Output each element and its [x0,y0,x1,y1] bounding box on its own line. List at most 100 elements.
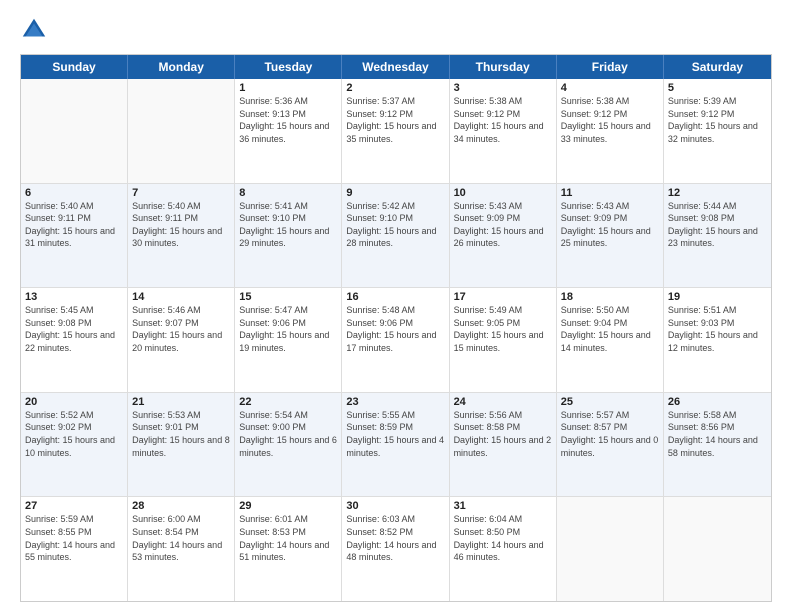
day-info: Sunrise: 5:38 AM Sunset: 9:12 PM Dayligh… [454,95,552,145]
header-day-wednesday: Wednesday [342,55,449,79]
day-info: Sunrise: 5:48 AM Sunset: 9:06 PM Dayligh… [346,304,444,354]
day-number: 9 [346,187,444,199]
day-number: 26 [668,396,767,408]
day-info: Sunrise: 5:43 AM Sunset: 9:09 PM Dayligh… [561,200,659,250]
day-number: 4 [561,82,659,94]
calendar-cell-0-6: 5Sunrise: 5:39 AM Sunset: 9:12 PM Daylig… [664,79,771,183]
calendar-cell-4-6 [664,497,771,601]
day-number: 28 [132,500,230,512]
day-info: Sunrise: 5:47 AM Sunset: 9:06 PM Dayligh… [239,304,337,354]
day-info: Sunrise: 6:00 AM Sunset: 8:54 PM Dayligh… [132,513,230,563]
calendar-cell-3-5: 25Sunrise: 5:57 AM Sunset: 8:57 PM Dayli… [557,393,664,497]
day-number: 29 [239,500,337,512]
day-number: 14 [132,291,230,303]
calendar-row-2: 13Sunrise: 5:45 AM Sunset: 9:08 PM Dayli… [21,288,771,393]
calendar-cell-2-4: 17Sunrise: 5:49 AM Sunset: 9:05 PM Dayli… [450,288,557,392]
day-info: Sunrise: 5:53 AM Sunset: 9:01 PM Dayligh… [132,409,230,459]
calendar-cell-2-6: 19Sunrise: 5:51 AM Sunset: 9:03 PM Dayli… [664,288,771,392]
day-info: Sunrise: 5:54 AM Sunset: 9:00 PM Dayligh… [239,409,337,459]
day-info: Sunrise: 5:56 AM Sunset: 8:58 PM Dayligh… [454,409,552,459]
calendar-cell-1-1: 7Sunrise: 5:40 AM Sunset: 9:11 PM Daylig… [128,184,235,288]
day-number: 31 [454,500,552,512]
logo [20,16,52,44]
day-info: Sunrise: 5:58 AM Sunset: 8:56 PM Dayligh… [668,409,767,459]
day-info: Sunrise: 5:37 AM Sunset: 9:12 PM Dayligh… [346,95,444,145]
calendar-row-0: 1Sunrise: 5:36 AM Sunset: 9:13 PM Daylig… [21,79,771,184]
calendar-body: 1Sunrise: 5:36 AM Sunset: 9:13 PM Daylig… [21,79,771,601]
day-number: 10 [454,187,552,199]
calendar-cell-2-0: 13Sunrise: 5:45 AM Sunset: 9:08 PM Dayli… [21,288,128,392]
calendar-cell-3-3: 23Sunrise: 5:55 AM Sunset: 8:59 PM Dayli… [342,393,449,497]
day-info: Sunrise: 5:59 AM Sunset: 8:55 PM Dayligh… [25,513,123,563]
calendar-cell-0-5: 4Sunrise: 5:38 AM Sunset: 9:12 PM Daylig… [557,79,664,183]
header-day-thursday: Thursday [450,55,557,79]
day-number: 17 [454,291,552,303]
calendar-cell-0-1 [128,79,235,183]
calendar-cell-3-2: 22Sunrise: 5:54 AM Sunset: 9:00 PM Dayli… [235,393,342,497]
calendar-cell-3-6: 26Sunrise: 5:58 AM Sunset: 8:56 PM Dayli… [664,393,771,497]
day-info: Sunrise: 5:50 AM Sunset: 9:04 PM Dayligh… [561,304,659,354]
day-number: 7 [132,187,230,199]
calendar-cell-2-3: 16Sunrise: 5:48 AM Sunset: 9:06 PM Dayli… [342,288,449,392]
day-number: 22 [239,396,337,408]
day-info: Sunrise: 5:52 AM Sunset: 9:02 PM Dayligh… [25,409,123,459]
day-number: 23 [346,396,444,408]
calendar-cell-1-0: 6Sunrise: 5:40 AM Sunset: 9:11 PM Daylig… [21,184,128,288]
day-number: 12 [668,187,767,199]
calendar-cell-1-4: 10Sunrise: 5:43 AM Sunset: 9:09 PM Dayli… [450,184,557,288]
day-info: Sunrise: 5:41 AM Sunset: 9:10 PM Dayligh… [239,200,337,250]
calendar-cell-0-0 [21,79,128,183]
day-number: 25 [561,396,659,408]
day-info: Sunrise: 5:51 AM Sunset: 9:03 PM Dayligh… [668,304,767,354]
calendar-cell-2-5: 18Sunrise: 5:50 AM Sunset: 9:04 PM Dayli… [557,288,664,392]
header-day-saturday: Saturday [664,55,771,79]
calendar-header: SundayMondayTuesdayWednesdayThursdayFrid… [21,55,771,79]
header [20,16,772,44]
day-info: Sunrise: 5:42 AM Sunset: 9:10 PM Dayligh… [346,200,444,250]
calendar-cell-1-3: 9Sunrise: 5:42 AM Sunset: 9:10 PM Daylig… [342,184,449,288]
calendar-cell-1-6: 12Sunrise: 5:44 AM Sunset: 9:08 PM Dayli… [664,184,771,288]
day-number: 5 [668,82,767,94]
day-number: 8 [239,187,337,199]
day-number: 30 [346,500,444,512]
day-info: Sunrise: 6:01 AM Sunset: 8:53 PM Dayligh… [239,513,337,563]
calendar-cell-1-5: 11Sunrise: 5:43 AM Sunset: 9:09 PM Dayli… [557,184,664,288]
calendar-cell-1-2: 8Sunrise: 5:41 AM Sunset: 9:10 PM Daylig… [235,184,342,288]
calendar-cell-4-2: 29Sunrise: 6:01 AM Sunset: 8:53 PM Dayli… [235,497,342,601]
day-number: 19 [668,291,767,303]
day-info: Sunrise: 5:45 AM Sunset: 9:08 PM Dayligh… [25,304,123,354]
day-number: 3 [454,82,552,94]
day-number: 2 [346,82,444,94]
day-info: Sunrise: 5:57 AM Sunset: 8:57 PM Dayligh… [561,409,659,459]
day-number: 24 [454,396,552,408]
calendar-cell-2-2: 15Sunrise: 5:47 AM Sunset: 9:06 PM Dayli… [235,288,342,392]
day-info: Sunrise: 5:36 AM Sunset: 9:13 PM Dayligh… [239,95,337,145]
calendar-cell-3-1: 21Sunrise: 5:53 AM Sunset: 9:01 PM Dayli… [128,393,235,497]
day-number: 6 [25,187,123,199]
day-number: 18 [561,291,659,303]
calendar-cell-3-4: 24Sunrise: 5:56 AM Sunset: 8:58 PM Dayli… [450,393,557,497]
day-number: 13 [25,291,123,303]
header-day-monday: Monday [128,55,235,79]
page: SundayMondayTuesdayWednesdayThursdayFrid… [0,0,792,612]
day-number: 16 [346,291,444,303]
day-number: 20 [25,396,123,408]
header-day-sunday: Sunday [21,55,128,79]
logo-icon [20,16,48,44]
calendar-row-3: 20Sunrise: 5:52 AM Sunset: 9:02 PM Dayli… [21,393,771,498]
calendar-cell-0-4: 3Sunrise: 5:38 AM Sunset: 9:12 PM Daylig… [450,79,557,183]
day-info: Sunrise: 5:46 AM Sunset: 9:07 PM Dayligh… [132,304,230,354]
day-number: 15 [239,291,337,303]
day-number: 11 [561,187,659,199]
day-number: 1 [239,82,337,94]
calendar: SundayMondayTuesdayWednesdayThursdayFrid… [20,54,772,602]
day-info: Sunrise: 5:40 AM Sunset: 9:11 PM Dayligh… [25,200,123,250]
day-info: Sunrise: 5:55 AM Sunset: 8:59 PM Dayligh… [346,409,444,459]
day-number: 21 [132,396,230,408]
calendar-row-4: 27Sunrise: 5:59 AM Sunset: 8:55 PM Dayli… [21,497,771,601]
day-info: Sunrise: 5:39 AM Sunset: 9:12 PM Dayligh… [668,95,767,145]
header-day-friday: Friday [557,55,664,79]
calendar-cell-2-1: 14Sunrise: 5:46 AM Sunset: 9:07 PM Dayli… [128,288,235,392]
day-info: Sunrise: 5:49 AM Sunset: 9:05 PM Dayligh… [454,304,552,354]
calendar-row-1: 6Sunrise: 5:40 AM Sunset: 9:11 PM Daylig… [21,184,771,289]
